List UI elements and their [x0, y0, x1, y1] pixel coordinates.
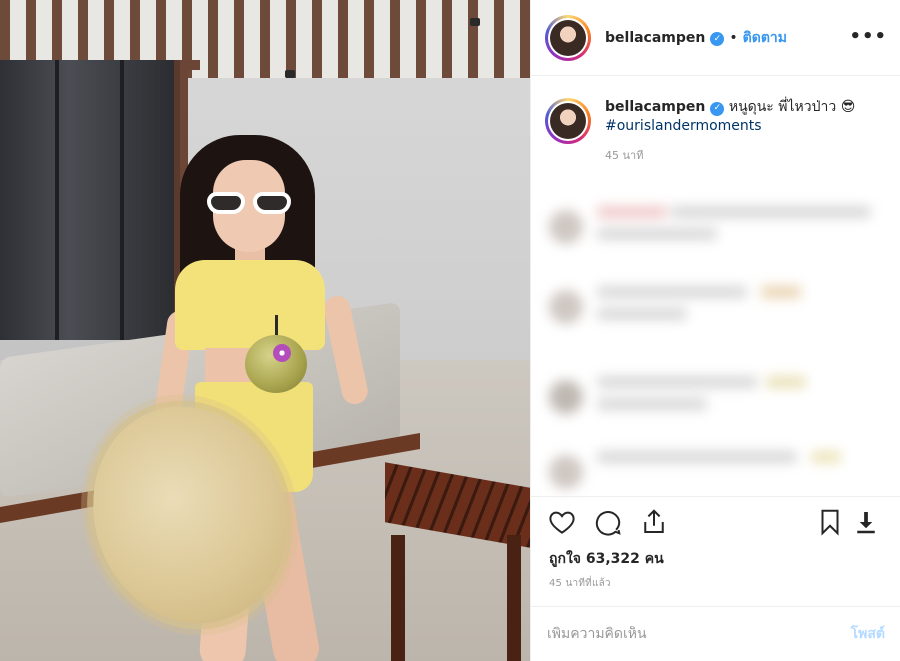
- blurred-text: [597, 376, 757, 388]
- photo-table-leg: [507, 535, 521, 661]
- photo-flower: [273, 344, 291, 362]
- photo-lamp: [470, 18, 480, 26]
- blurred-text: [766, 376, 806, 388]
- instagram-post: bellacampen ✓ • ติดตาม ••• bellacampen ✓ หนู…: [0, 0, 900, 661]
- action-bar: [531, 496, 900, 544]
- blurred-text: [597, 286, 747, 298]
- header-user-line: bellacampen ✓ • ติดตาม: [605, 27, 787, 49]
- blurred-text: [597, 228, 717, 240]
- more-options-icon[interactable]: •••: [849, 26, 887, 47]
- follow-button[interactable]: ติดตาม: [743, 30, 787, 46]
- blurred-comment-row: [541, 200, 891, 260]
- post-side-panel: bellacampen ✓ • ติดตาม ••• bellacampen ✓ หนู…: [530, 0, 900, 661]
- like-count[interactable]: ถูกใจ 63,322 คน: [549, 548, 664, 570]
- avatar-image: [550, 19, 586, 56]
- photo-table-leg: [391, 535, 405, 661]
- photo-coconut: [245, 335, 307, 393]
- caption-timestamp: 45 นาที: [605, 149, 644, 162]
- caption-username[interactable]: bellacampen: [605, 99, 705, 115]
- caption-avatar[interactable]: [545, 98, 591, 144]
- caption-text: หนูดุนะ พี่ไหวป่าว 😎: [728, 99, 856, 115]
- blurred-comments: [541, 180, 891, 495]
- blurred-avatar: [549, 455, 583, 489]
- download-icon[interactable]: [851, 507, 881, 537]
- photo-yellow-top: [175, 260, 325, 350]
- username-link[interactable]: bellacampen: [605, 30, 705, 46]
- avatar[interactable]: [545, 14, 591, 61]
- blurred-text: [597, 451, 797, 463]
- post-timestamp[interactable]: 45 นาทีที่แล้ว: [549, 576, 611, 591]
- blurred-text: [761, 286, 801, 298]
- photo-sunglasses: [207, 192, 293, 216]
- comment-icon[interactable]: [593, 507, 623, 537]
- photo-arm: [321, 293, 371, 407]
- heart-icon[interactable]: [547, 507, 577, 537]
- blurred-text: [811, 451, 841, 463]
- blurred-text: [597, 206, 667, 218]
- caption-body: bellacampen ✓ หนูดุนะ พี่ไหวป่าว 😎 #ouris…: [605, 98, 855, 165]
- photo-side-table: [385, 462, 530, 661]
- blurred-avatar: [549, 210, 583, 244]
- blurred-text: [597, 308, 687, 320]
- photo-mullion: [55, 60, 59, 340]
- post-header: bellacampen ✓ • ติดตาม •••: [531, 0, 900, 76]
- avatar-ring: [548, 17, 588, 58]
- post-comment-button[interactable]: โพสต์: [851, 623, 885, 645]
- verified-badge-icon: ✓: [710, 101, 725, 116]
- share-icon[interactable]: [639, 507, 669, 537]
- blurred-comment-row: [541, 370, 891, 430]
- verified-badge-icon: ✓: [710, 31, 725, 46]
- post-photo[interactable]: [0, 0, 530, 661]
- blurred-avatar: [549, 380, 583, 414]
- hashtag-link[interactable]: #ourislandermoments: [605, 117, 855, 136]
- avatar-ring: [548, 101, 588, 141]
- photo-lens: [207, 192, 245, 214]
- separator-dot: •: [729, 29, 738, 46]
- comment-input[interactable]: [547, 626, 851, 642]
- caption: bellacampen ✓ หนูดุนะ พี่ไหวป่าว 😎 #ouris…: [545, 98, 890, 165]
- blurred-comment-row: [541, 280, 891, 340]
- photo-person: [63, 130, 375, 661]
- blurred-text: [597, 398, 707, 410]
- avatar-image: [550, 103, 586, 139]
- blurred-text: [671, 206, 871, 218]
- bookmark-icon[interactable]: [815, 507, 845, 537]
- blurred-avatar: [549, 290, 583, 324]
- comment-form: โพสต์: [531, 606, 900, 661]
- photo-lens: [253, 192, 291, 214]
- photo-lamp: [285, 70, 295, 78]
